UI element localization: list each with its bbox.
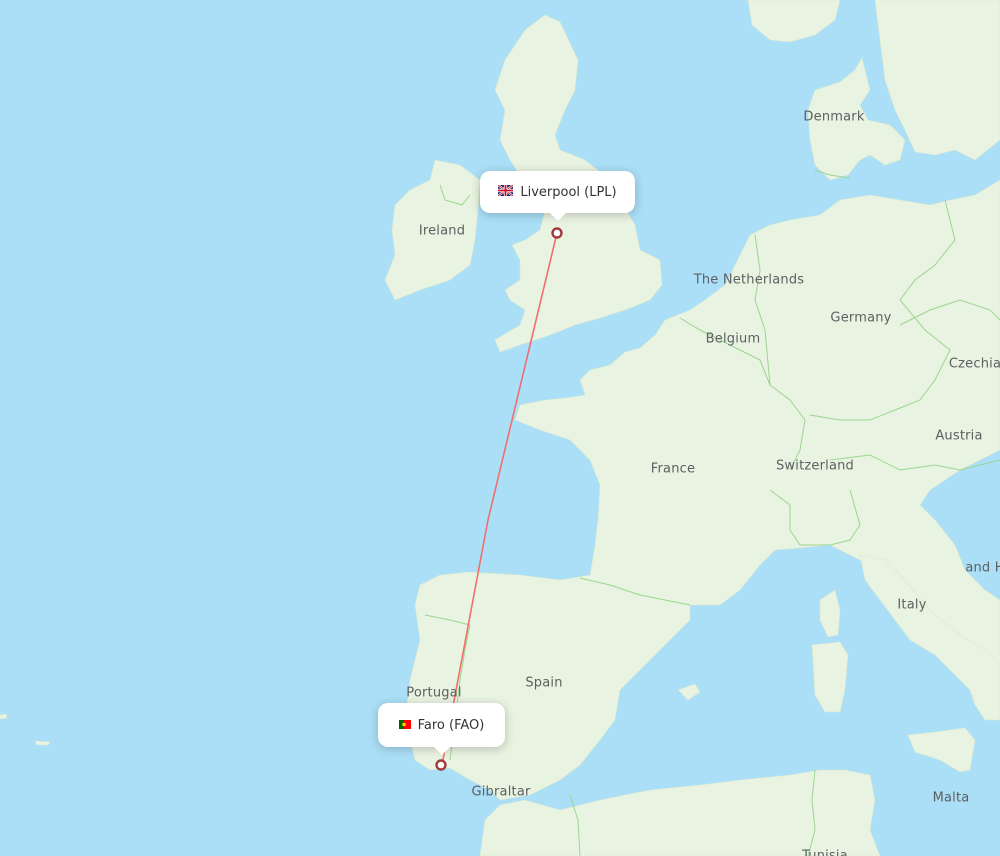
country-label-tunisia: Tunisia [802, 848, 848, 856]
country-label-france: France [650, 461, 696, 477]
land-sardinia [811, 641, 849, 713]
destination-airport-popup[interactable]: Faro (FAO) [378, 703, 505, 755]
land-balearics [677, 683, 701, 701]
country-label-belgium: Belgium [705, 331, 761, 347]
country-label-ireland: Ireland [418, 223, 466, 239]
destination-pin-icon[interactable] [435, 759, 447, 771]
country-label-austria: Austria [935, 428, 983, 444]
country-label-spain: Spain [525, 675, 563, 691]
land-norway [747, 0, 841, 43]
country-label-malta: Malta [932, 790, 970, 806]
country-label-portugal: Portugal [406, 685, 462, 701]
origin-airport-popup[interactable]: Liverpool (LPL) [480, 171, 635, 221]
country-label-gibraltar: Gibraltar [471, 784, 531, 800]
country-label-denmark: Denmark [803, 109, 865, 125]
land-azores-2 [34, 740, 51, 746]
origin-pin-icon[interactable] [551, 227, 563, 239]
land-azores-1 [0, 713, 8, 720]
land-corsica [819, 589, 841, 638]
flight-route-map[interactable]: Denmark Ireland The Netherlands Germany … [0, 0, 1000, 856]
destination-airport-label: Faro (FAO) [417, 717, 485, 733]
portugal-flag-icon [398, 718, 411, 733]
uk-flag-icon [497, 183, 515, 200]
country-label-netherlands: The Netherlands [693, 272, 805, 288]
country-label-bosnia: and H [965, 560, 1000, 576]
land-sicily [907, 727, 976, 773]
country-label-italy: Italy [897, 597, 927, 613]
country-label-switzerland: Switzerland [775, 458, 855, 474]
country-label-czechia: Czechia [948, 356, 1000, 372]
country-label-germany: Germany [830, 310, 892, 326]
origin-airport-label: Liverpool (LPL) [520, 184, 617, 200]
